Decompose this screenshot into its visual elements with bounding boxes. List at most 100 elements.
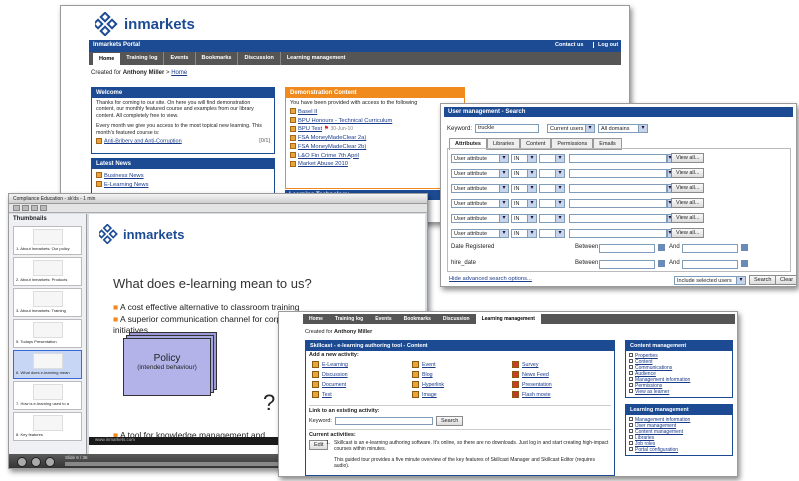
progress-track[interactable]: [65, 462, 285, 466]
tab-learning-management[interactable]: Learning management: [281, 52, 352, 65]
keyword-input[interactable]: truckle: [475, 124, 540, 133]
include-users-select[interactable]: Include selected users: [674, 276, 746, 285]
toolbar-icon[interactable]: [40, 205, 47, 211]
thumbnail-item[interactable]: 2. About Inmarkets: Products: [13, 257, 82, 286]
domain-select[interactable]: All domains: [598, 124, 649, 133]
operator-select[interactable]: IN: [511, 169, 537, 178]
featured-course-link[interactable]: Anti-Bribery and Anti-Corruption: [104, 138, 182, 144]
demo-item[interactable]: BPU Honours - Technical Curriculum: [298, 118, 392, 124]
attribute-value-input[interactable]: [569, 184, 667, 193]
calendar-icon[interactable]: [658, 244, 665, 251]
activity-type-e-learning[interactable]: E-Learning: [312, 361, 348, 368]
next-button[interactable]: [45, 457, 55, 467]
demo-item[interactable]: FSA MoneyMadeClear 2a): [298, 135, 366, 141]
tab-home[interactable]: Home: [93, 53, 121, 65]
tab-training-log[interactable]: Training log: [329, 314, 369, 324]
clear-button[interactable]: Clear: [775, 275, 796, 285]
activity-type-news-feed[interactable]: News Feed: [512, 371, 549, 378]
activity-keyword-input[interactable]: [334, 417, 433, 425]
tab-discussion[interactable]: Discussion: [437, 314, 476, 324]
tab-bookmarks[interactable]: Bookmarks: [398, 314, 437, 324]
demo-item[interactable]: L&O Fin Crime 7th April: [298, 153, 359, 159]
activity-type-flash-movie[interactable]: Flash movie: [512, 391, 551, 398]
news-link-business[interactable]: Business News: [104, 173, 144, 179]
calendar-icon[interactable]: [658, 260, 665, 267]
attribute-value-input[interactable]: [569, 154, 667, 163]
value-select[interactable]: [539, 154, 565, 163]
thumbnail-item[interactable]: 7. How is e-learning used to a: [13, 381, 82, 410]
tab-events[interactable]: Events: [164, 52, 196, 65]
demo-item[interactable]: FSA MoneyMadeClear 2b): [298, 144, 366, 150]
tab-discussion[interactable]: Discussion: [238, 52, 281, 65]
toolbar-icon[interactable]: [22, 205, 29, 211]
attribute-select[interactable]: User attribute: [451, 154, 509, 163]
search-button[interactable]: Search: [749, 275, 777, 285]
activity-type-event[interactable]: Event: [412, 361, 436, 368]
activity-search-button[interactable]: Search: [435, 416, 464, 426]
sidebar-link[interactable]: Portal configuration: [629, 447, 729, 453]
operator-select[interactable]: IN: [511, 214, 537, 223]
contact-us-link[interactable]: Contact us: [555, 42, 583, 48]
thumbnail-item[interactable]: 5. Todays Presentation: [13, 319, 82, 348]
demo-item[interactable]: BPU Test: [298, 126, 322, 132]
operator-select[interactable]: IN: [511, 154, 537, 163]
view-all-button[interactable]: View all...: [671, 228, 705, 238]
activity-type-image[interactable]: Image: [412, 391, 437, 398]
date-from-input[interactable]: [599, 260, 655, 269]
value-select[interactable]: [539, 214, 565, 223]
value-select[interactable]: [539, 169, 565, 178]
view-all-button[interactable]: View all...: [671, 198, 705, 208]
operator-select[interactable]: IN: [511, 184, 537, 193]
value-select[interactable]: [539, 199, 565, 208]
tab-events[interactable]: Events: [369, 314, 397, 324]
date-to-input[interactable]: [682, 244, 738, 253]
date-to-input[interactable]: [682, 260, 738, 269]
attribute-select[interactable]: User attribute: [451, 184, 509, 193]
thumbnail-item[interactable]: 8. Key features: [13, 412, 82, 441]
view-all-button[interactable]: View all...: [671, 153, 705, 163]
toolbar-icon[interactable]: [31, 205, 38, 211]
activity-type-blog[interactable]: Blog: [412, 371, 433, 378]
thumbnail-item[interactable]: 3. About Inmarkets: Training: [13, 288, 82, 317]
tab-home[interactable]: Home: [303, 314, 329, 324]
news-link-elearning[interactable]: E-Learning News: [104, 182, 148, 188]
thumbnail-item[interactable]: 1. About Inmarkets: Our policy: [13, 226, 82, 255]
view-all-button[interactable]: View all...: [671, 213, 705, 223]
activity-type-document[interactable]: Document: [312, 381, 346, 388]
attribute-select[interactable]: User attribute: [451, 214, 509, 223]
date-from-input[interactable]: [599, 244, 655, 253]
tab-training-log[interactable]: Training log: [120, 52, 165, 65]
demo-item[interactable]: Market Abuse 2010: [298, 161, 348, 167]
activity-type-presentation[interactable]: Presentation: [512, 381, 552, 388]
attribute-select[interactable]: User attribute: [451, 169, 509, 178]
view-all-button[interactable]: View all...: [671, 168, 705, 178]
activity-type-discussion[interactable]: Discussion: [312, 371, 348, 378]
hide-advanced-link[interactable]: Hide advanced search options...: [449, 276, 532, 282]
attribute-select[interactable]: User attribute: [451, 229, 509, 238]
attribute-value-input[interactable]: [569, 169, 667, 178]
calendar-icon[interactable]: [741, 244, 748, 251]
attribute-value-input[interactable]: [569, 214, 667, 223]
view-all-button[interactable]: View all...: [671, 183, 705, 193]
activity-type-text[interactable]: Text: [312, 391, 332, 398]
demo-item[interactable]: Basel II: [298, 109, 317, 115]
operator-select[interactable]: IN: [511, 229, 537, 238]
value-select[interactable]: [539, 184, 565, 193]
sidebar-link[interactable]: View as learner: [629, 389, 729, 395]
attribute-value-input[interactable]: [569, 229, 667, 238]
attribute-select[interactable]: User attribute: [451, 199, 509, 208]
thumbnail-item[interactable]: 6. What does e-learning mean: [13, 350, 82, 379]
operator-select[interactable]: IN: [511, 199, 537, 208]
activity-type-hyperlink[interactable]: Hyperlink: [412, 381, 444, 388]
attribute-value-input[interactable]: [569, 199, 667, 208]
breadcrumb-home[interactable]: Home: [171, 70, 187, 76]
tab-learning-management[interactable]: Learning management: [475, 314, 541, 324]
activity-type-survey[interactable]: Survey: [512, 361, 539, 368]
log-out-link[interactable]: Log out: [593, 42, 618, 48]
toolbar-icon[interactable]: [13, 205, 20, 211]
prev-button[interactable]: [31, 457, 41, 467]
user-scope-select[interactable]: Current users: [547, 124, 596, 133]
tab-bookmarks[interactable]: Bookmarks: [196, 52, 239, 65]
calendar-icon[interactable]: [741, 260, 748, 267]
play-button[interactable]: [17, 457, 27, 467]
